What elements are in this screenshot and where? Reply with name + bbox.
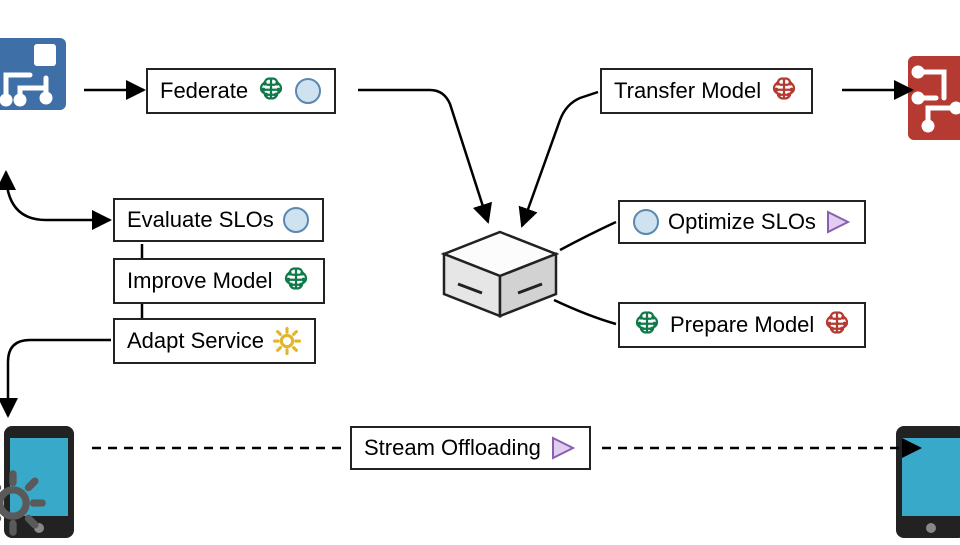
federate-box: Federate: [146, 68, 336, 114]
phone-icon: [880, 420, 960, 540]
triangle-icon: [549, 434, 577, 462]
improve-box: Improve Model: [113, 258, 325, 304]
brain-icon: [632, 310, 662, 340]
circle-icon: [632, 208, 660, 236]
circuit-icon: [900, 48, 960, 148]
stream-box: Stream Offloading: [350, 426, 591, 470]
brain-icon: [822, 310, 852, 340]
transfer-label: Transfer Model: [614, 78, 761, 104]
gear-icon: [272, 326, 302, 356]
evaluate-label: Evaluate SLOs: [127, 207, 274, 233]
brain-icon: [769, 76, 799, 106]
optimize-label: Optimize SLOs: [668, 209, 816, 235]
stream-label: Stream Offloading: [364, 435, 541, 461]
prepare-label: Prepare Model: [670, 312, 814, 338]
edge-node-icon: [0, 20, 86, 130]
circle-icon: [282, 206, 310, 234]
server-icon: [440, 228, 560, 320]
triangle-icon: [824, 208, 852, 236]
adapt-label: Adapt Service: [127, 328, 264, 354]
circle-icon: [294, 77, 322, 105]
optimize-box: Optimize SLOs: [618, 200, 866, 244]
brain-icon: [281, 266, 311, 296]
transfer-box: Transfer Model: [600, 68, 813, 114]
prepare-box: Prepare Model: [618, 302, 866, 348]
evaluate-box: Evaluate SLOs: [113, 198, 324, 242]
brain-icon: [256, 76, 286, 106]
gear-icon: [0, 468, 48, 538]
federate-label: Federate: [160, 78, 248, 104]
adapt-box: Adapt Service: [113, 318, 316, 364]
improve-label: Improve Model: [127, 268, 273, 294]
